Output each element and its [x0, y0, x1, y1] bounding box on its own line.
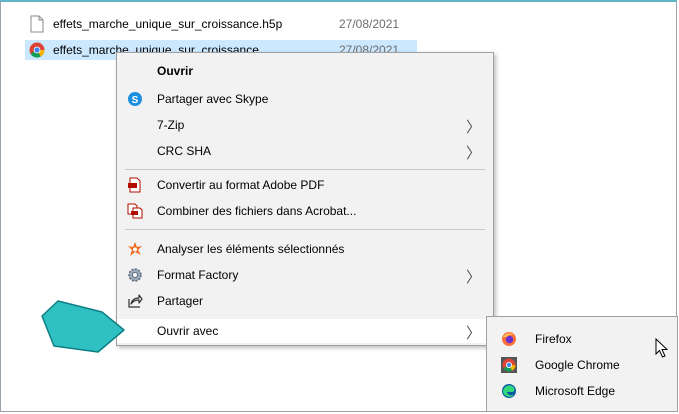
acrobat-combine-icon [127, 203, 143, 219]
chevron-right-icon: 〉 [465, 119, 481, 136]
open-with-submenu: Firefox Google Chrome Microsoft Edge [486, 316, 678, 412]
menu-separator [125, 169, 485, 170]
menu-item-open-with[interactable]: Ouvrir avec 〉 [117, 319, 493, 343]
menu-item-label: Firefox [535, 332, 572, 346]
menu-item-label: Google Chrome [535, 358, 620, 372]
file-date: 27/08/2021 [339, 17, 400, 31]
context-menu: Ouvrir S Partager avec Skype 7-Zip 〉 CRC… [116, 52, 494, 346]
skype-icon: S [127, 91, 143, 107]
mouse-cursor-icon [655, 337, 669, 361]
menu-item-label: Format Factory [157, 268, 239, 282]
menu-separator [125, 229, 485, 230]
file-name: effets_marche_unique_sur_croissance.h5p [53, 17, 283, 31]
format-factory-icon [127, 267, 143, 283]
submenu-item-chrome[interactable]: Google Chrome [487, 353, 677, 377]
menu-item-label: Microsoft Edge [535, 384, 616, 398]
callout-arrow-icon [40, 300, 126, 357]
menu-item-label: Partager [157, 294, 204, 308]
menu-item-format-factory[interactable]: Format Factory 〉 [117, 263, 493, 287]
menu-item-label: Partager avec Skype [157, 92, 269, 106]
menu-item-label: 7-Zip [157, 118, 185, 132]
adobe-pdf-icon [127, 177, 143, 193]
menu-item-open[interactable]: Ouvrir [117, 59, 493, 83]
file-row-h5p[interactable]: effets_marche_unique_sur_croissance.h5p … [29, 14, 399, 34]
menu-item-7zip[interactable]: 7-Zip 〉 [117, 113, 493, 137]
firefox-icon [501, 331, 517, 347]
chrome-icon [29, 41, 45, 59]
avast-icon [127, 241, 143, 257]
menu-item-convert-pdf[interactable]: Convertir au format Adobe PDF [117, 173, 493, 197]
chevron-right-icon: 〉 [465, 145, 481, 162]
share-icon [127, 293, 143, 309]
chevron-right-icon: 〉 [465, 325, 481, 342]
edge-icon [501, 383, 517, 399]
chevron-right-icon: 〉 [465, 269, 481, 286]
chrome-icon [501, 357, 517, 373]
menu-item-label: Convertir au format Adobe PDF [157, 178, 325, 192]
menu-item-analyze[interactable]: Analyser les éléments sélectionnés [117, 237, 493, 261]
menu-item-share-skype[interactable]: S Partager avec Skype [117, 87, 493, 111]
menu-item-combine-acrobat[interactable]: Combiner des fichiers dans Acrobat... [117, 199, 493, 223]
menu-item-label: CRC SHA [157, 144, 212, 158]
menu-item-label: Combiner des fichiers dans Acrobat... [157, 204, 357, 218]
menu-item-share[interactable]: Partager [117, 289, 493, 313]
submenu-item-edge[interactable]: Microsoft Edge [487, 379, 677, 403]
svg-text:S: S [132, 95, 139, 106]
blank-file-icon [29, 15, 45, 33]
menu-item-label: Ouvrir avec [157, 324, 219, 338]
submenu-item-firefox[interactable]: Firefox [487, 327, 677, 351]
menu-item-crc-sha[interactable]: CRC SHA 〉 [117, 139, 493, 163]
menu-item-label: Ouvrir [157, 64, 194, 78]
menu-item-label: Analyser les éléments sélectionnés [157, 242, 345, 256]
